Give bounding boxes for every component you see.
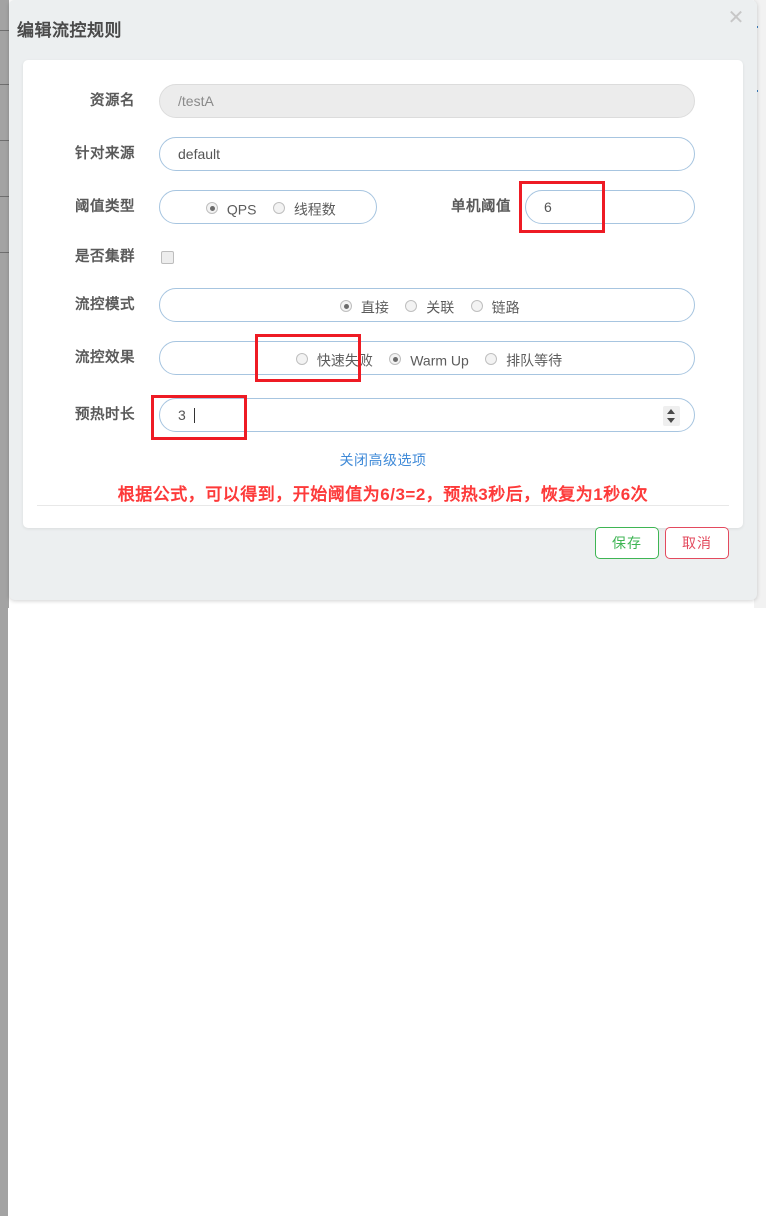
limit-app-input[interactable]: default [159, 137, 695, 171]
radio-dot-icon [389, 353, 402, 365]
form-row-resource: 资源名 /testA [23, 84, 743, 118]
radio-dot-icon [405, 300, 418, 312]
flow-mode-label: 流控模式 [75, 297, 135, 313]
limit-app-value: default [178, 146, 221, 162]
radio-dot-icon [485, 353, 498, 365]
flow-mode-radios: 直接 关联 链路 [340, 289, 532, 323]
radio-flow-mode-direct[interactable]: 直接 [340, 289, 389, 324]
page-root: 编辑流控规则 ✕ 资源名 /testA 针对来源 default 阈值类型 QP… [0, 0, 774, 1216]
radio-flow-mode-associate[interactable]: 关联 [405, 289, 454, 324]
resource-value: /testA [178, 93, 214, 109]
warmup-duration-label: 预热时长 [75, 407, 135, 423]
save-button[interactable]: 保存 [595, 527, 659, 559]
radio-threshold-thread-label: 线程数 [293, 201, 336, 218]
form-row-threshold-type: 阈值类型 QPS 线程数 单机阈值 6 [23, 181, 743, 233]
radio-threshold-qps-label: QPS [226, 201, 257, 218]
radio-flow-effect-fast-fail[interactable]: 快速失败 [296, 342, 373, 377]
cluster-label: 是否集群 [75, 249, 135, 265]
spinner-down-arrow-icon[interactable] [667, 418, 675, 423]
threshold-type-label: 阈值类型 [75, 199, 135, 215]
background-left-edge [0, 0, 9, 608]
form-row-flow-mode: 流控模式 直接 关联 链路 [23, 288, 743, 322]
flow-effect-radios: 快速失败 Warm Up 排队等待 [296, 342, 574, 376]
toggle-advanced-options-link[interactable]: 关闭高级选项 [23, 450, 743, 470]
text-cursor [194, 408, 195, 423]
single-threshold-label: 单机阈值 [451, 199, 511, 215]
form-row-limit-app: 针对来源 default [23, 137, 743, 171]
threshold-type-radios: QPS 线程数 [206, 191, 348, 225]
form-row-cluster: 是否集群 [23, 240, 743, 274]
resource-input: /testA [159, 84, 695, 118]
form-row-warmup-duration: 预热时长 3 [23, 395, 743, 440]
radio-dot-icon [470, 300, 483, 312]
radio-dot-icon [340, 300, 352, 312]
single-threshold-input[interactable]: 6 [525, 190, 695, 224]
close-icon[interactable]: ✕ [724, 6, 748, 30]
radio-dot-icon [296, 353, 308, 365]
radio-flow-mode-direct-label: 直接 [360, 299, 389, 316]
radio-flow-effect-queue[interactable]: 排队等待 [485, 342, 562, 377]
cancel-button[interactable]: 取消 [665, 527, 729, 559]
radio-dot-icon [272, 202, 285, 214]
form-row-flow-effect: 流控效果 快速失败 Warm Up 排队等待 [23, 334, 743, 382]
radio-flow-effect-warm-up-label: Warm Up [410, 352, 469, 369]
radio-flow-mode-chain[interactable]: 链路 [470, 289, 520, 324]
number-spinner-icon[interactable] [663, 406, 680, 426]
dialog-body: 资源名 /testA 针对来源 default 阈值类型 QPS 线程数 单机阈… [23, 60, 743, 559]
flow-mode-group: 直接 关联 链路 [159, 288, 695, 322]
limit-app-label: 针对来源 [75, 146, 135, 162]
radio-dot-icon [206, 202, 218, 214]
flow-effect-group: 快速失败 Warm Up 排队等待 [159, 341, 695, 375]
spinner-up-arrow-icon[interactable] [667, 409, 675, 414]
flow-effect-label: 流控效果 [75, 350, 135, 366]
dialog-title: 编辑流控规则 [17, 21, 122, 40]
edit-flow-rule-dialog: 编辑流控规则 ✕ 资源名 /testA 针对来源 default 阈值类型 QP… [9, 0, 757, 600]
single-threshold-value: 6 [544, 199, 552, 215]
cluster-checkbox[interactable] [161, 251, 174, 264]
radio-threshold-thread[interactable]: 线程数 [272, 191, 336, 226]
warmup-duration-input[interactable]: 3 [159, 398, 695, 432]
radio-flow-effect-warm-up[interactable]: Warm Up [389, 342, 469, 377]
radio-flow-effect-fast-fail-label: 快速失败 [316, 352, 373, 369]
background-right-edge [0, 608, 8, 1216]
resource-label: 资源名 [90, 93, 135, 109]
formula-note: 根据公式，可以得到，开始阈值为6/3=2，预热3秒后，恢复为1秒6次 [117, 485, 649, 504]
dialog-header: 编辑流控规则 ✕ [9, 0, 757, 62]
radio-flow-effect-queue-label: 排队等待 [506, 352, 563, 369]
radio-threshold-qps[interactable]: QPS [206, 191, 256, 226]
footer-divider [37, 505, 729, 506]
threshold-type-group: QPS 线程数 [159, 190, 377, 224]
radio-flow-mode-associate-label: 关联 [426, 299, 455, 316]
radio-flow-mode-chain-label: 链路 [491, 299, 520, 316]
warmup-duration-value: 3 [178, 407, 186, 423]
